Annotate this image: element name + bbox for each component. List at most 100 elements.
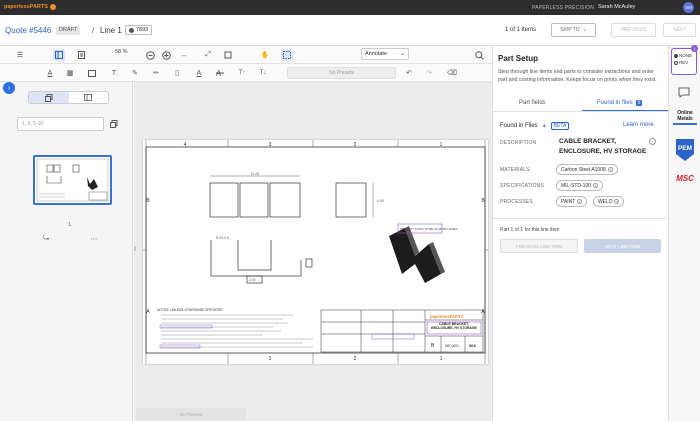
grid-col-label: 1	[440, 142, 443, 148]
text-color-icon[interactable]: A	[44, 67, 56, 79]
text-tool-icon[interactable]: T	[108, 67, 120, 79]
grid-col-label: 2	[354, 142, 357, 148]
items-count: 1 of 1 items	[505, 27, 537, 33]
search-icon[interactable]	[473, 49, 485, 61]
part-number-chip[interactable]: 7893	[125, 25, 153, 35]
mode-dropdown[interactable]: Annotate ⌄	[361, 48, 409, 60]
title-block-logo: paperlessPARTS	[430, 314, 464, 319]
grid-col-label: 3	[269, 356, 272, 362]
radio-icon[interactable]	[674, 53, 678, 58]
notes-text	[161, 314, 313, 348]
text-box-icon[interactable]: ▩	[64, 67, 76, 79]
chevron-down-icon: ⌄	[400, 51, 405, 57]
divider	[493, 111, 668, 112]
chevron-down-icon: ⌄	[582, 27, 587, 33]
font-size-decrease-icon[interactable]: T↓	[257, 67, 269, 79]
online-metals-logo[interactable]: Online Metals	[673, 110, 697, 125]
side-view	[335, 182, 374, 218]
grid-col-label: 3	[269, 142, 272, 148]
dimension-label: 4.00	[377, 199, 384, 203]
title-block-revision: 003	[469, 343, 476, 348]
next-button[interactable]: NEXT	[663, 23, 696, 37]
revision-selector[interactable]: NONE REV	[671, 48, 697, 75]
collapse-sidebar-icon[interactable]: ›	[3, 82, 15, 94]
previous-button[interactable]: PREVIOUS	[611, 23, 656, 37]
tab-part-fields[interactable]: Part fields	[519, 100, 546, 106]
grid-col-label: 2	[354, 356, 357, 362]
select-icon[interactable]	[281, 49, 293, 61]
page-range-input[interactable]: 1, 3, 5-10	[17, 117, 104, 131]
font-color-icon[interactable]: A	[193, 67, 205, 79]
processes-label: PROCESSES	[500, 199, 533, 205]
engineering-drawing[interactable]: 4 3 2 1 3 2 1 B B A A 11.00 4.00 R.25 X …	[143, 140, 488, 364]
comment-icon[interactable]: ▯	[171, 67, 183, 79]
zoom-level[interactable]: 58 %	[115, 49, 128, 55]
presets-select[interactable]: No Presets	[287, 67, 396, 79]
process-chip[interactable]: PAINT i	[556, 196, 588, 207]
pan-hand-icon[interactable]: ✋	[259, 49, 271, 61]
crop-icon[interactable]	[222, 49, 234, 61]
specification-chip[interactable]: MIL-STD-100 i	[556, 180, 604, 191]
notes-title: NOTES: UNLESS OTHERWISE SPECIFIED	[157, 308, 223, 312]
brand-logo[interactable]: paperlessPARTS	[4, 4, 56, 10]
redo-icon[interactable]: ↷	[423, 67, 435, 79]
brand-mark-icon	[49, 4, 56, 10]
sidebar-view-toggle[interactable]	[28, 91, 109, 104]
chat-icon[interactable]	[677, 85, 691, 99]
fit-width-icon[interactable]: ↔	[178, 49, 190, 61]
materials-label: MATERIALS	[500, 167, 530, 173]
expand-icon[interactable]: ⤢	[202, 49, 214, 61]
info-icon[interactable]: i	[649, 138, 656, 145]
top-bar	[0, 0, 700, 15]
status-badge: DRAFT	[56, 25, 81, 35]
info-icon: i	[614, 199, 620, 204]
presets-bar[interactable]: No Presets	[136, 408, 246, 420]
callout-note: PROJECT CLIPS TO BE ON BOTH SIDES	[400, 227, 458, 231]
description-value[interactable]: CABLE BRACKET, ENCLOSURE, HV STORAGE	[559, 137, 654, 157]
material-chip[interactable]: Carbon Steel A1008 i	[556, 164, 618, 175]
grid-col-label: 4	[184, 142, 187, 148]
process-chip[interactable]: WELD i	[593, 196, 625, 207]
quote-link[interactable]: Quote #5446	[5, 26, 51, 35]
avatar[interactable]: SM	[683, 2, 694, 13]
rotate-page-icon[interactable]: ⤿	[40, 233, 52, 245]
previous-line-item-button[interactable]: PREVIOUS LINE ITEM	[500, 239, 578, 253]
dimension-label: R.25 X 6	[216, 236, 229, 240]
title-block-title: CABLE BRACKET, ENCLOSURE, HV STORAGE	[431, 322, 477, 330]
undo-icon[interactable]: ↶	[403, 67, 415, 79]
document-view-icon[interactable]	[75, 49, 87, 61]
panel-title: Part Setup	[498, 54, 539, 63]
zoom-out-icon[interactable]	[144, 49, 156, 61]
zoom-in-icon[interactable]	[160, 49, 172, 61]
outline-icon[interactable]	[69, 92, 109, 103]
count-badge: 5	[635, 100, 643, 106]
next-line-item-button[interactable]: NEXT LINE ITEM	[584, 239, 661, 253]
notification-badge: 1	[691, 45, 698, 52]
more-options-icon[interactable]: ⋯	[88, 233, 100, 245]
tab-found-in-files[interactable]: Found in files 5	[597, 100, 643, 106]
skip-to-dropdown[interactable]: SKIP TO ⌄	[551, 23, 596, 37]
select-pages-icon[interactable]	[108, 118, 120, 130]
user-name[interactable]: Sarah McAuley	[598, 4, 635, 10]
learn-more-link[interactable]: Learn more	[623, 122, 654, 128]
strikeout-icon[interactable]: A	[214, 67, 226, 79]
pem-logo[interactable]: PEM	[675, 138, 695, 162]
font-size-icon[interactable]: T↑	[236, 67, 248, 79]
eraser-icon[interactable]: ⌫	[446, 67, 458, 79]
specifications-label: SPECIFICATIONS	[500, 183, 545, 189]
page-thumbnail[interactable]	[33, 155, 112, 205]
rectangle-icon[interactable]	[86, 67, 98, 79]
part-icon	[129, 27, 134, 33]
highlighter-icon[interactable]: ✏	[150, 67, 162, 79]
dimension-label: 2.00	[249, 278, 256, 282]
msc-logo[interactable]: MSC	[673, 174, 697, 183]
pen-icon[interactable]: ✎	[129, 67, 141, 79]
thumbnails-icon[interactable]	[29, 92, 69, 103]
bottom-view	[210, 240, 313, 284]
info-icon: i	[577, 199, 583, 204]
thumbnail-sidebar	[0, 82, 133, 421]
sidebar-toggle-icon[interactable]	[53, 49, 65, 61]
radio-icon[interactable]	[674, 60, 678, 65]
splitter-handle-icon[interactable]: ‖	[134, 247, 136, 253]
menu-icon[interactable]: ☰	[14, 49, 26, 61]
